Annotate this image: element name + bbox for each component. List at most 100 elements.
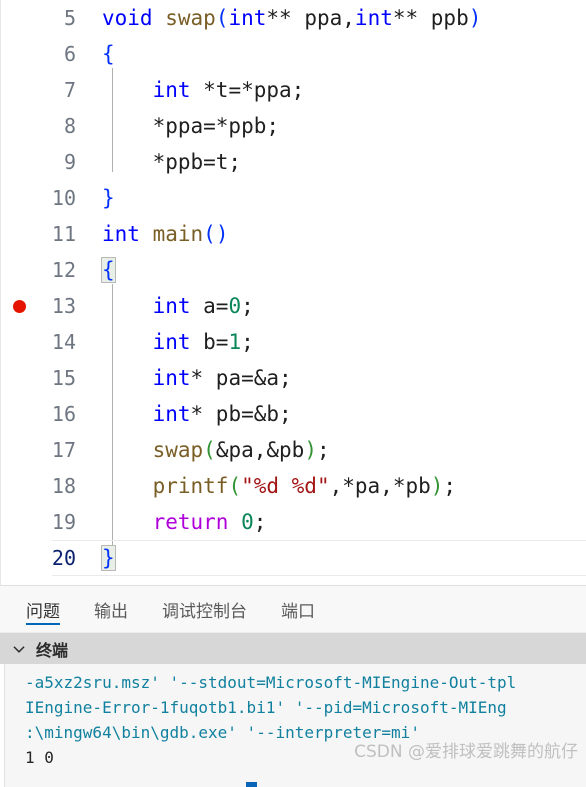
code-line-11[interactable]: 11 int main()	[0, 216, 586, 252]
code-line-17[interactable]: 17 swap(&pa,&pb);	[0, 432, 586, 468]
token: (	[215, 6, 229, 30]
token: *t=*ppa;	[190, 78, 305, 102]
code-line-5[interactable]: 5 void swap(int** ppa,int** ppb)	[0, 0, 586, 36]
panel-tab-2[interactable]: 调试控制台	[162, 586, 247, 632]
token: *ppb=t;	[102, 150, 242, 174]
token: a=	[190, 294, 229, 318]
code-text-6[interactable]: {	[80, 36, 586, 72]
bottom-panel: 问题 输出 调试控制台 端口 终端 -a5xz2sru.msz' '--stdout=…	[0, 585, 586, 787]
token: int	[152, 366, 191, 390]
terminal-lines-container: -a5xz2sru.msz' '--stdout=Microsoft-MIEng…	[5, 670, 586, 770]
panel-tab-1[interactable]: 输出	[94, 586, 128, 632]
token: 1	[228, 330, 242, 354]
code-text-16[interactable]: int* pb=&b;	[80, 396, 586, 432]
token: ;	[253, 510, 267, 534]
token: ()	[203, 222, 229, 246]
code-line-19[interactable]: 19 return 0;	[0, 504, 586, 540]
code-text-10[interactable]: }	[80, 180, 586, 216]
code-line-10[interactable]: 10}	[0, 180, 586, 216]
chevron-down-icon[interactable]	[10, 640, 28, 658]
token: (	[203, 438, 216, 462]
breakpoint-gutter-13[interactable]	[0, 299, 38, 313]
terminal-output[interactable]: -a5xz2sru.msz' '--stdout=Microsoft-MIEng…	[4, 664, 586, 787]
token: {	[102, 42, 115, 66]
line-number-20: 20	[51, 546, 76, 570]
code-line-6[interactable]: 6{	[0, 36, 586, 72]
token: ;	[443, 474, 457, 498]
code-text-13[interactable]: int a=0;	[80, 288, 586, 324]
code-line-12[interactable]: 12 {	[0, 252, 586, 288]
code-text-9[interactable]: *ppb=t;	[80, 144, 586, 180]
token: )	[304, 438, 317, 462]
line-number-14: 14	[51, 330, 76, 354]
token: * pb=&b;	[190, 402, 292, 426]
token: swap	[165, 6, 216, 30]
code-line-8[interactable]: 8 *ppa=*ppb;	[0, 108, 586, 144]
code-line-15[interactable]: 15 int* pa=&a;	[0, 360, 586, 396]
panel-tab-0[interactable]: 问题	[26, 586, 60, 632]
token: int	[228, 6, 267, 30]
line-number-16: 16	[51, 402, 76, 426]
token: ;	[241, 294, 254, 318]
code-text-17[interactable]: swap(&pa,&pb);	[80, 432, 586, 468]
code-text-5[interactable]: void swap(int** ppa,int** ppb)	[80, 0, 586, 36]
code-line-7[interactable]: 7 int *t=*ppa;	[0, 72, 586, 108]
code-line-20[interactable]: 20}	[0, 540, 586, 576]
panel-tab-label: 输出	[94, 601, 128, 622]
code-text-14[interactable]: int b=1;	[80, 324, 586, 360]
token: ;	[241, 330, 254, 354]
terminal-line-0: -a5xz2sru.msz' '--stdout=Microsoft-MIEng…	[25, 673, 517, 692]
panel-tab-3[interactable]: 端口	[281, 586, 315, 632]
code-text-7[interactable]: int *t=*ppa;	[80, 72, 586, 108]
terminal-section-title: 终端	[36, 640, 69, 660]
code-text-19[interactable]: return 0;	[80, 504, 586, 540]
line-number-6: 6	[63, 42, 76, 66]
code-text-11[interactable]: int main()	[80, 216, 586, 252]
token: )	[468, 6, 482, 30]
line-number-19: 19	[51, 510, 76, 534]
terminal-section-header[interactable]: 终端	[0, 633, 586, 664]
token: )	[430, 474, 444, 498]
code-text-18[interactable]: printf("%d %d",*pa,*pb);	[80, 468, 586, 504]
line-number-15: 15	[51, 366, 76, 390]
vscode-window: 5 void swap(int** ppa,int** ppb) 6{7 int *…	[0, 0, 586, 787]
line-number-8: 8	[63, 114, 76, 138]
token: * pa=&a;	[190, 366, 292, 390]
token: return	[152, 510, 229, 534]
panel-tab-label: 端口	[281, 601, 315, 622]
token: ,*pa,*pb	[329, 474, 431, 498]
token: int	[152, 78, 191, 102]
line-number-10: 10	[51, 186, 76, 210]
breakpoint-dot-icon[interactable]	[12, 299, 26, 313]
line-number-18: 18	[51, 474, 76, 498]
code-editor[interactable]: 5 void swap(int** ppa,int** ppb) 6{7 int *…	[0, 0, 586, 585]
terminal-line-1: IEngine-Error-1fuqotb1.bi1' '--pid=Micro…	[25, 698, 507, 717]
code-text-8[interactable]: *ppa=*ppb;	[80, 108, 586, 144]
token: ;	[316, 438, 330, 462]
code-text-12[interactable]: {	[80, 252, 586, 288]
code-line-14[interactable]: 14 int b=1;	[0, 324, 586, 360]
token: "%d %d"	[241, 474, 330, 498]
code-text-20[interactable]: }	[80, 540, 586, 576]
token: printf	[152, 474, 229, 498]
code-line-13[interactable]: 13 int a=0;	[0, 288, 586, 324]
panel-tab-label: 调试控制台	[162, 601, 247, 622]
line-number-17: 17	[51, 438, 76, 462]
line-number-12: 12	[51, 258, 76, 282]
code-line-18[interactable]: 18 printf("%d %d",*pa,*pb);	[0, 468, 586, 504]
code-text-15[interactable]: int* pa=&a;	[80, 360, 586, 396]
panel-tab-label: 问题	[26, 601, 60, 622]
code-line-9[interactable]: 9 *ppb=t;	[0, 144, 586, 180]
token: int	[152, 330, 191, 354]
code-line-16[interactable]: 16 int* pb=&b;	[0, 396, 586, 432]
panel-tab-bar[interactable]: 问题 输出 调试控制台 端口	[0, 586, 586, 633]
token: int	[102, 222, 140, 246]
